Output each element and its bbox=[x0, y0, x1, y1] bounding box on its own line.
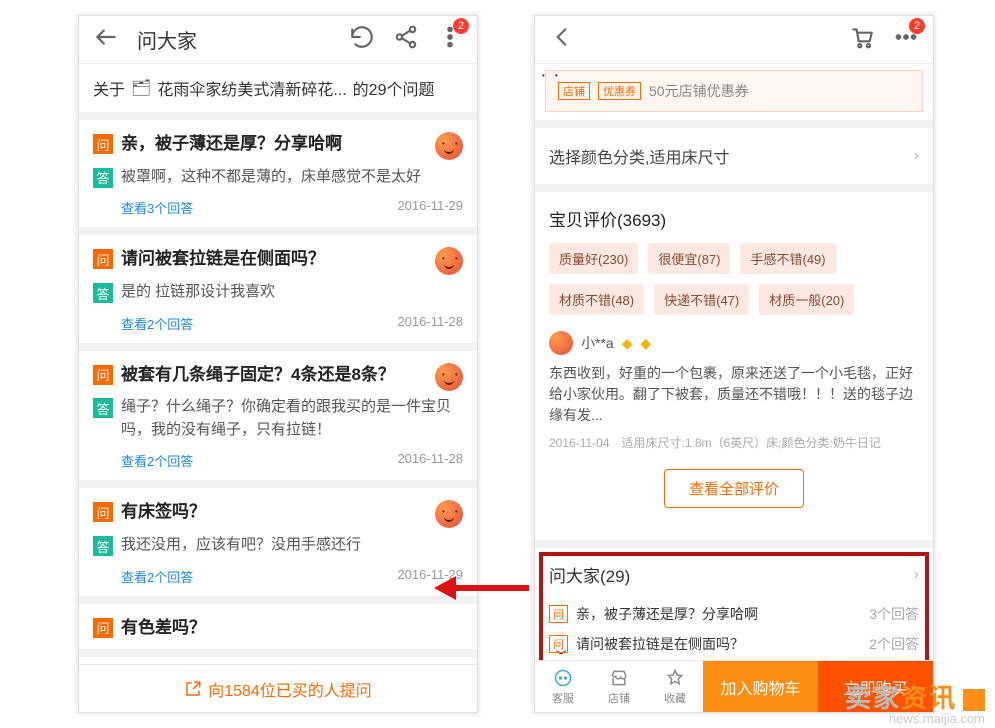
sku-selector-row[interactable]: 选择颜色分类,适用床尺寸 › bbox=[535, 120, 933, 192]
answer-tag: 答 bbox=[93, 283, 113, 303]
answer-count: 2个回答 bbox=[869, 634, 919, 654]
review-section-title[interactable]: 宝贝评价(3693) bbox=[549, 206, 919, 231]
review-chip[interactable]: 材质一般(20) bbox=[759, 284, 854, 315]
notification-badge: 2 bbox=[453, 18, 469, 34]
tab-shop[interactable]: 店铺 bbox=[591, 661, 647, 712]
view-answers-link[interactable]: 查看2个回答 bbox=[121, 314, 193, 333]
right-navbar: 2 bbox=[535, 16, 933, 64]
qa-date: 2016-11-28 bbox=[397, 314, 463, 333]
back-icon[interactable] bbox=[549, 24, 575, 55]
notification-badge: 2 bbox=[909, 18, 925, 34]
share-icon[interactable] bbox=[393, 24, 419, 55]
qa-item[interactable]: 问有床签吗？ 答我还没用，应该有吧？没用手感还行 查看2个回答2016-11-2… bbox=[79, 488, 477, 603]
answer-count: 3个回答 bbox=[869, 604, 919, 624]
question-tag: 问 bbox=[93, 502, 113, 522]
add-to-cart-button[interactable]: 加入购物车 bbox=[703, 661, 818, 712]
question-tag-outline: 问 bbox=[549, 635, 568, 653]
coupon-text: 50元店铺优惠券 bbox=[649, 81, 910, 101]
review-chip[interactable]: 质量好(230) bbox=[549, 243, 638, 274]
answer-tag: 答 bbox=[93, 168, 113, 188]
coupon-bar[interactable]: 店铺 优惠券 50元店铺优惠券 bbox=[545, 70, 923, 112]
qa-item[interactable]: 问请问被套拉链是在侧面吗？ 答是的 拉链那设计我喜欢 查看2个回答2016-11… bbox=[79, 235, 477, 350]
chevron-right-icon: › bbox=[914, 147, 919, 165]
review-chip[interactable]: 很便宜(87) bbox=[648, 243, 730, 274]
angry-emoji-icon bbox=[435, 363, 463, 391]
right-scroll-area[interactable]: 店铺 优惠券 50元店铺优惠券 选择颜色分类,适用床尺寸 › 宝贝评价(3693… bbox=[535, 64, 933, 660]
right-phone-screen: 2 店铺 优惠券 50元店铺优惠券 选择颜色分类,适用床尺寸 › 宝贝评价(36… bbox=[534, 15, 934, 713]
watermark: 卖家资讯 news.maijia.com bbox=[845, 678, 985, 726]
mini-question-row[interactable]: 问亲，被子薄还是厚？分享哈啊 3个回答 bbox=[549, 599, 919, 629]
question-tag: 问 bbox=[93, 134, 113, 154]
more-icon[interactable]: 2 bbox=[437, 24, 463, 55]
refresh-icon[interactable] bbox=[349, 24, 375, 55]
question-tag: 问 bbox=[93, 249, 113, 269]
answer-tag: 答 bbox=[93, 398, 113, 418]
review-chip[interactable]: 材质不错(48) bbox=[549, 284, 644, 315]
diamond-icon: ◆ bbox=[640, 335, 651, 352]
more-icon[interactable]: 2 bbox=[893, 24, 919, 55]
review-chip[interactable]: 手感不错(49) bbox=[740, 243, 835, 274]
question-tag: 问 bbox=[93, 365, 113, 385]
qa-item[interactable]: 问被套有几条绳子固定？4条还是8条？ 答绳子？什么绳子？你确定看的跟我买的是一件… bbox=[79, 351, 477, 489]
review-meta: 2016-11-04 适用床尺寸:1.8m（6英尺）床;颜色分类:奶牛日记 bbox=[549, 434, 919, 451]
tab-favorite[interactable]: 收藏 bbox=[647, 661, 703, 712]
ask-question-button[interactable]: 向1584位已买的人提问 bbox=[79, 664, 477, 712]
diamond-icon: ◆ bbox=[622, 335, 633, 352]
review-tags: 质量好(230) 很便宜(87) 手感不错(49) 材质不错(48) 快递不错(… bbox=[549, 243, 919, 315]
coupon-shop-tag: 店铺 bbox=[558, 82, 590, 100]
page-title: 问大家 bbox=[137, 25, 197, 54]
folder-icon: 🗂 bbox=[131, 78, 151, 98]
view-answers-link[interactable]: 查看2个回答 bbox=[121, 567, 193, 586]
avatar-icon bbox=[549, 331, 573, 355]
view-all-reviews-button[interactable]: 查看全部评价 bbox=[664, 469, 804, 508]
angry-emoji-icon bbox=[435, 132, 463, 160]
reviewer-line: 小**a ◆ ◆ bbox=[549, 331, 919, 355]
left-navbar: 问大家 2 bbox=[79, 16, 477, 64]
view-answers-link[interactable]: 查看2个回答 bbox=[121, 451, 193, 470]
mini-question-row[interactable]: 问请问被套拉链是在侧面吗？ 2个回答 bbox=[549, 629, 919, 659]
review-chip[interactable]: 快递不错(47) bbox=[654, 284, 749, 315]
tab-customer-service[interactable]: 客服 bbox=[535, 661, 591, 712]
qa-item[interactable]: 问有色差吗？ bbox=[79, 604, 477, 658]
left-phone-screen: 问大家 2 关于 🗂 花雨伞家纺美式清新碎花... 的29个问题 问亲，被子薄还… bbox=[78, 15, 478, 713]
left-scroll-area[interactable]: 关于 🗂 花雨伞家纺美式清新碎花... 的29个问题 问亲，被子薄还是厚？分享哈… bbox=[79, 64, 477, 664]
question-tag-outline: 问 bbox=[549, 605, 568, 623]
ask-everyone-section[interactable]: 问大家(29) › 问亲，被子薄还是厚？分享哈啊 3个回答 问请问被套拉链是在侧… bbox=[535, 540, 933, 660]
chevron-right-icon: › bbox=[914, 566, 919, 584]
cart-icon[interactable] bbox=[849, 24, 875, 55]
qa-list: 问亲，被子薄还是厚？分享哈啊 答被罩啊，这种不都是薄的，床单感觉不是太好 查看3… bbox=[79, 120, 477, 657]
qa-date: 2016-11-29 bbox=[397, 198, 463, 217]
annotation-arrow-icon bbox=[434, 568, 534, 613]
watermark-square-icon bbox=[963, 689, 985, 711]
answer-tag: 答 bbox=[93, 536, 113, 556]
back-icon[interactable] bbox=[93, 24, 119, 55]
coupon-type-tag: 优惠券 bbox=[598, 82, 641, 100]
qa-date: 2016-11-28 bbox=[397, 451, 463, 470]
ask-section-title: 问大家(29) bbox=[549, 562, 630, 587]
angry-emoji-icon bbox=[435, 500, 463, 528]
angry-emoji-icon bbox=[435, 247, 463, 275]
review-block: 宝贝评价(3693) 质量好(230) 很便宜(87) 手感不错(49) 材质不… bbox=[535, 192, 933, 540]
about-product-line: 关于 🗂 花雨伞家纺美式清新碎花... 的29个问题 bbox=[79, 64, 477, 120]
qa-item[interactable]: 问亲，被子薄还是厚？分享哈啊 答被罩啊，这种不都是薄的，床单感觉不是太好 查看3… bbox=[79, 120, 477, 235]
review-text: 东西收到，好重的一个包裹，原来还送了一个小毛毯，正好给小家伙用。翻了下被套，质量… bbox=[549, 363, 919, 426]
view-answers-link[interactable]: 查看3个回答 bbox=[121, 198, 193, 217]
question-tag: 问 bbox=[93, 618, 113, 638]
